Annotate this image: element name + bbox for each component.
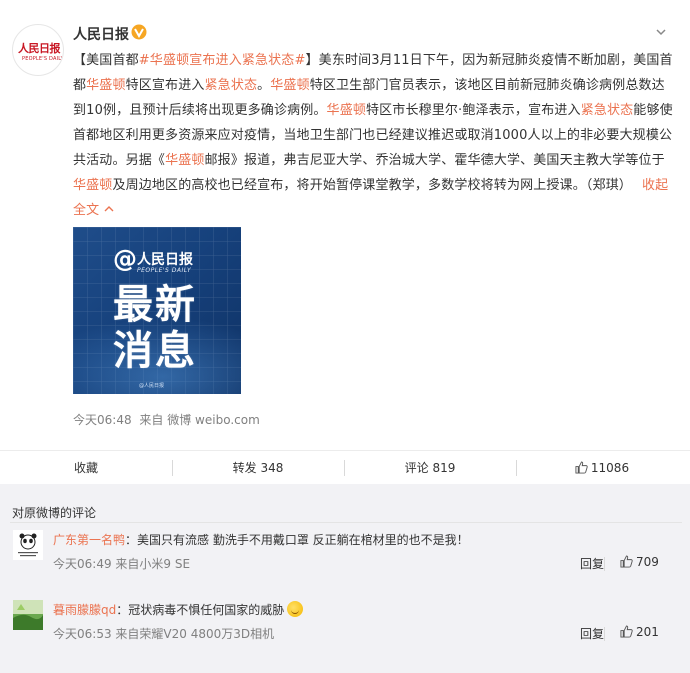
post-text-segment: 特区宣布进入 [125, 78, 205, 93]
avatar-logo-text: 人民日报 [18, 42, 61, 55]
post-topic-link[interactable]: #华盛顿宣布进入紧急状态# [139, 53, 306, 68]
image-at-symbol: @ [113, 245, 137, 273]
comment-like-count: 201 [636, 625, 659, 639]
chevron-down-icon[interactable] [654, 25, 668, 39]
landscape-avatar-icon [13, 600, 43, 630]
post-meta: 今天06:48 来自 微博 weibo.com [73, 411, 264, 428]
action-bar: 收藏 转发 348 评论 819 11086 [0, 450, 690, 484]
comments-header: 对原微博的评论 [12, 506, 97, 520]
post-text-segment: 【美国首都 [73, 53, 139, 68]
author-avatar[interactable]: 人民日报 PEOPLE'S DAILY [12, 24, 64, 76]
post-topic-link[interactable]: 华盛顿 [270, 78, 309, 93]
comment-like-count: 709 [636, 555, 659, 569]
post-topic-link[interactable]: 华盛顿 [165, 153, 204, 168]
comment-like-button[interactable]: 709 [620, 555, 659, 569]
image-headline-2: 消息 [113, 328, 197, 374]
comment-button[interactable]: 评论 819 [344, 451, 516, 485]
comment-text: 冠状病毒不惧任何国家的威胁 [128, 603, 285, 617]
like-count: 11086 [590, 461, 630, 475]
comment-action-divider [604, 627, 605, 641]
post-topic-link[interactable]: 华盛顿 [86, 78, 125, 93]
image-brand-en: PEOPLE'S DAILY [137, 267, 192, 274]
panda-avatar-icon [13, 530, 43, 560]
weibo-post: 人民日报 PEOPLE'S DAILY 人民日报 【美国首都#华盛顿宣布进入紧急… [0, 0, 690, 450]
reply-button[interactable]: 回复 [580, 625, 604, 642]
like-button[interactable]: 11086 [516, 451, 688, 485]
post-topic-link[interactable]: 华盛顿 [73, 178, 112, 193]
post-text-segment: 。 [257, 78, 271, 93]
commenter-avatar[interactable] [13, 530, 43, 560]
thumbs-up-icon [620, 555, 633, 568]
image-footer: @人民日报 [139, 383, 165, 389]
comment-meta: 今天06:49 来自小米9 SE [53, 557, 191, 571]
reply-button[interactable]: 回复 [580, 555, 604, 572]
image-headline-1: 最新 [113, 282, 197, 328]
comment-line: 暮雨朦朦qd：冠状病毒不惧任何国家的威胁 [53, 601, 304, 618]
avatar-logo-sub: PEOPLE'S DAILY [22, 56, 64, 62]
post-topic-link[interactable]: 紧急状态 [205, 78, 258, 93]
favorite-button[interactable]: 收藏 [0, 451, 172, 485]
repost-label: 转发 348 [232, 461, 284, 475]
post-text: 【美国首都#华盛顿宣布进入紧急状态#】美东时间3月11日下午，因为新冠肺炎疫情不… [73, 48, 673, 223]
smile-emoji-icon [287, 601, 304, 617]
author-name[interactable]: 人民日报 [73, 24, 129, 44]
comment-username[interactable]: 广东第一名鸭 [53, 533, 125, 547]
repost-button[interactable]: 转发 348 [172, 451, 344, 485]
comment-label: 评论 819 [404, 461, 456, 475]
verified-badge-icon [131, 24, 147, 40]
thumbs-up-icon [575, 461, 588, 474]
post-topic-link[interactable]: 紧急状态 [581, 103, 634, 118]
thumbs-up-icon [620, 625, 633, 638]
post-time[interactable]: 今天06:48 [73, 413, 132, 427]
post-source: 来自 微博 weibo.com [139, 413, 260, 427]
comment-meta: 今天06:53 来自荣耀V20 4800万3D相机 [53, 627, 275, 641]
post-text-segment: 邮报》报道，弗吉尼亚大学、乔治城大学、霍华德大学、美国天主教大学等位于 [204, 153, 665, 168]
commenter-avatar[interactable] [13, 600, 43, 630]
comment-line: 广东第一名鸭：美国只有流感 勤洗手不用戴口罩 反正躺在棺材里的也不是我！ [53, 533, 469, 547]
comments-section: 对原微博的评论 广东第一名鸭：美国只有流感 勤洗手不用戴口罩 反正躺在棺材里的也… [0, 484, 690, 673]
post-text-segment: 特区市长穆里尔·鲍泽表示，宣布进入 [366, 103, 581, 118]
post-image[interactable]: @ 人民日报 PEOPLE'S DAILY 最新 消息 @人民日报 [73, 227, 241, 394]
comment-username[interactable]: 暮雨朦朦qd [53, 603, 116, 617]
comment-like-button[interactable]: 201 [620, 625, 659, 639]
comment-text: 美国只有流感 勤洗手不用戴口罩 反正躺在棺材里的也不是我！ [137, 533, 469, 547]
image-brand: 人民日报 [137, 252, 193, 268]
post-topic-link[interactable]: 华盛顿 [327, 103, 366, 118]
comments-divider [10, 522, 682, 523]
comment-action-divider [604, 557, 605, 571]
favorite-label: 收藏 [73, 461, 98, 475]
post-text-segment: 及周边地区的高校也已经宣布，将开始暂停课堂教学，多数学校将转为网上授课。（郑琪） [112, 178, 632, 193]
chevron-up-icon [104, 206, 114, 212]
